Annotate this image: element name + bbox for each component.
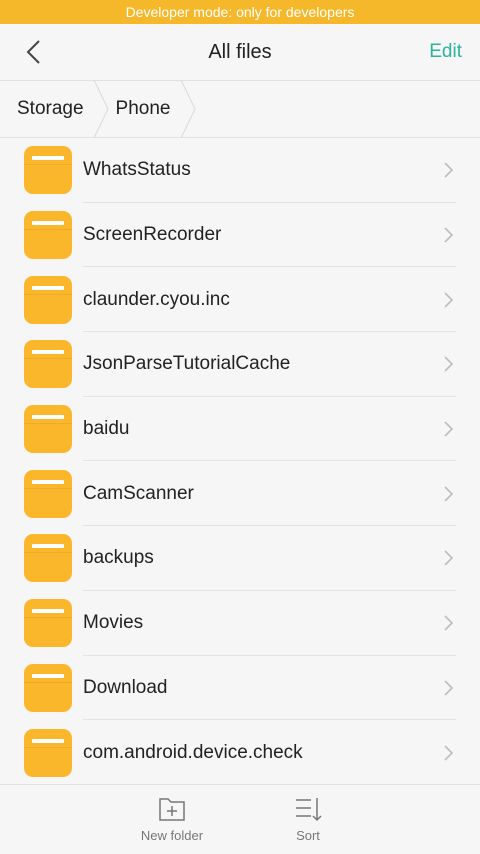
- folder-name: backups: [83, 547, 154, 569]
- folder-row[interactable]: claunder.cyou.inc: [0, 267, 480, 332]
- new-folder-icon: [159, 798, 185, 821]
- new-folder-button[interactable]: New folder: [104, 785, 240, 854]
- folder-icon: [24, 275, 72, 324]
- folder-icon: [24, 340, 72, 389]
- folder-row[interactable]: baidu: [0, 397, 480, 462]
- folder-name: com.android.device.check: [83, 741, 303, 763]
- chevron-right-icon: [444, 227, 454, 243]
- folder-icon: [24, 405, 72, 454]
- chevron-right-icon: [444, 486, 454, 502]
- chevron-left-icon: [26, 40, 40, 64]
- app-header: All files Edit: [0, 24, 480, 80]
- chevron-right-icon: [444, 356, 454, 372]
- breadcrumb-separator-icon: [93, 80, 109, 138]
- chevron-right-icon: [444, 680, 454, 696]
- folder-row[interactable]: ScreenRecorder: [0, 203, 480, 268]
- breadcrumb-item-storage[interactable]: Storage: [0, 80, 110, 138]
- developer-mode-banner: Developer mode: only for developers: [0, 0, 480, 24]
- folder-row[interactable]: Download: [0, 656, 480, 721]
- chevron-right-icon: [444, 421, 454, 437]
- breadcrumb-label: Phone: [115, 98, 171, 119]
- folder-row[interactable]: CamScanner: [0, 461, 480, 526]
- breadcrumb-label: Storage: [17, 98, 84, 119]
- chevron-right-icon: [444, 550, 454, 567]
- folder-row[interactable]: JsonParseTutorialCache: [0, 332, 480, 397]
- folder-name: Download: [83, 676, 168, 698]
- chevron-right-icon: [444, 162, 454, 178]
- bottom-toolbar: New folder Sort: [0, 784, 480, 854]
- back-button[interactable]: [18, 37, 48, 67]
- sort-icon: [296, 798, 322, 822]
- folder-name: Movies: [83, 612, 144, 634]
- breadcrumb: Storage Phone: [0, 80, 480, 138]
- folder-name: WhatsStatus: [83, 159, 191, 181]
- folder-icon: [24, 599, 72, 648]
- folder-row[interactable]: com.android.device.check: [0, 720, 480, 784]
- sort-label: Sort: [296, 828, 320, 843]
- sort-button[interactable]: Sort: [240, 785, 376, 854]
- new-folder-label: New folder: [140, 828, 204, 843]
- chevron-right-icon: [444, 615, 454, 631]
- chevron-right-icon: [444, 292, 454, 308]
- chevron-right-icon: [444, 744, 454, 761]
- folder-icon: [24, 728, 72, 777]
- folder-name: baidu: [83, 418, 130, 440]
- edit-button[interactable]: Edit: [429, 41, 462, 63]
- folder-icon: [24, 211, 72, 260]
- folder-list: WhatsStatus ScreenRecorder claunder.cyou.i…: [0, 138, 480, 784]
- folder-icon: [24, 146, 72, 195]
- breadcrumb-item-phone[interactable]: Phone: [110, 80, 197, 138]
- folder-icon: [24, 534, 72, 583]
- folder-name: CamScanner: [83, 482, 194, 504]
- page-title: All files: [208, 40, 272, 63]
- breadcrumb-separator-icon: [180, 80, 196, 138]
- folder-row[interactable]: backups: [0, 526, 480, 591]
- folder-icon: [24, 469, 72, 518]
- folder-icon: [24, 663, 72, 712]
- folder-row[interactable]: WhatsStatus: [0, 138, 480, 203]
- folder-name: ScreenRecorder: [83, 224, 222, 246]
- folder-row[interactable]: Movies: [0, 591, 480, 656]
- folder-name: JsonParseTutorialCache: [83, 353, 291, 375]
- folder-name: claunder.cyou.inc: [83, 288, 230, 310]
